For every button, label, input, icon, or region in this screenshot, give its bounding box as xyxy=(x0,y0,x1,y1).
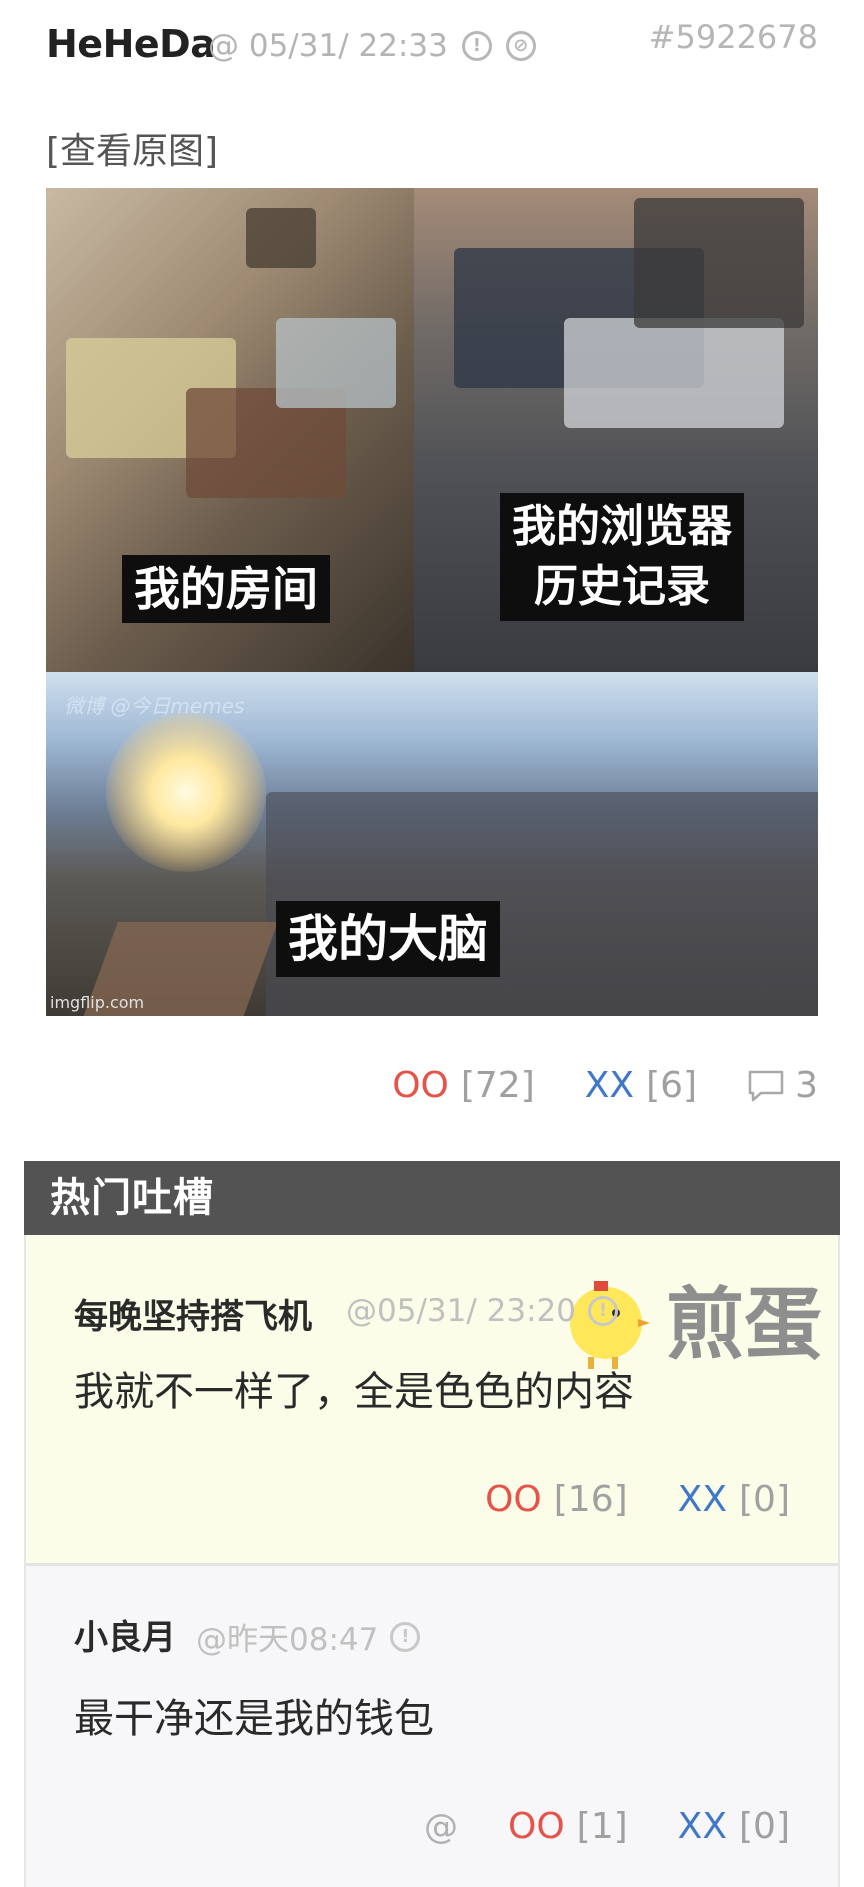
meme-watermark: 微博 @今日memes xyxy=(64,694,245,718)
sun-glare xyxy=(106,712,266,872)
meme-credit: imgflip.com xyxy=(50,993,145,1012)
block-icon[interactable]: ⊘ xyxy=(505,31,536,61)
post-card: HeHeDa @ 05/31/ 22:33 ! ⊘ #5922678 [查看原图… xyxy=(0,0,864,1155)
info-icon[interactable]: ! xyxy=(587,1296,618,1326)
comment-count: 3 xyxy=(795,1065,818,1106)
reply-at-button[interactable]: @ xyxy=(424,1807,458,1847)
oo-vote-button[interactable]: OO [16] xyxy=(485,1479,628,1520)
comment-vote-bar: @ OO [1] XX [0] xyxy=(424,1806,790,1847)
info-icon[interactable]: ! xyxy=(390,1621,421,1652)
oo-label: OO xyxy=(508,1806,565,1847)
oo-vote-button[interactable]: OO [72] xyxy=(392,1065,535,1106)
post-timestamp: @ 05/31/ 22:33 xyxy=(208,28,448,64)
xx-count: [0] xyxy=(739,1479,790,1520)
oo-count: [1] xyxy=(576,1806,628,1847)
xx-vote-button[interactable]: XX [0] xyxy=(678,1806,790,1847)
oo-count: [72] xyxy=(460,1065,535,1106)
meme-panel-room: 我的房间 xyxy=(46,188,414,672)
oo-label: OO xyxy=(392,1065,449,1106)
xx-vote-button[interactable]: XX [6] xyxy=(585,1065,697,1106)
xx-count: [0] xyxy=(739,1806,790,1847)
oo-vote-button[interactable]: OO [1] xyxy=(508,1806,628,1847)
hot-comments-title: 热门吐槽 xyxy=(24,1161,840,1235)
comment-body: 最干净还是我的钱包 xyxy=(74,1696,434,1742)
post-meta: @ 05/31/ 22:33 ! ⊘ xyxy=(208,28,536,64)
xx-count: [6] xyxy=(646,1065,698,1106)
hot-comments-section: 热门吐槽 煎蛋 每晚坚持搭飞机 @05/31/ 23:20 ! 我就不一样了，全… xyxy=(24,1161,840,1887)
comment-body: 我就不一样了，全是色色的内容 xyxy=(74,1369,634,1415)
xx-label: XX xyxy=(677,1806,727,1847)
comment-author[interactable]: 小良月 xyxy=(74,1610,176,1659)
post-id[interactable]: #5922678 xyxy=(649,18,818,56)
post-header: HeHeDa @ 05/31/ 22:33 ! ⊘ #5922678 xyxy=(46,18,818,74)
meme-caption-browser-history: 我的浏览器 历史记录 xyxy=(500,493,744,621)
oo-label: OO xyxy=(485,1479,542,1520)
comment-icon xyxy=(748,1070,784,1101)
xx-label: XX xyxy=(677,1479,727,1520)
xx-vote-button[interactable]: XX [0] xyxy=(678,1479,790,1520)
post-author[interactable]: HeHeDa xyxy=(46,22,216,66)
comment-meta: @05/31/ 23:20 ! xyxy=(346,1293,618,1329)
comment-timestamp: @05/31/ 23:20 xyxy=(346,1293,576,1329)
info-icon[interactable]: ! xyxy=(461,31,492,61)
view-original-link[interactable]: [查看原图] xyxy=(46,122,218,174)
oo-count: [16] xyxy=(553,1479,628,1520)
post-vote-bar: OO [72] XX [6] 3 xyxy=(392,1065,818,1106)
comment-timestamp: @昨天08:47 xyxy=(196,1622,379,1658)
comment-vote-bar: OO [16] XX [0] xyxy=(485,1479,790,1520)
meme-caption-brain: 我的大脑 xyxy=(276,901,500,977)
comment-author[interactable]: 每晚坚持搭飞机 xyxy=(74,1289,312,1338)
xx-label: XX xyxy=(584,1065,635,1106)
comments-button[interactable]: 3 xyxy=(747,1065,818,1106)
comment-meta: @昨天08:47 ! xyxy=(196,1614,421,1659)
meme-panel-landfill: 微博 @今日memes imgflip.com 我的大脑 xyxy=(46,672,818,1016)
comment-item: 煎蛋 每晚坚持搭飞机 @05/31/ 23:20 ! 我就不一样了，全是色色的内… xyxy=(24,1235,840,1563)
meme-panel-dumpster: 我的浏览器 历史记录 xyxy=(414,188,818,672)
meme-image[interactable]: 我的房间 我的浏览器 历史记录 微博 @今日memes imgflip.com … xyxy=(46,188,818,1016)
meme-caption-room: 我的房间 xyxy=(122,555,330,623)
svg-text:煎蛋: 煎蛋 xyxy=(666,1280,822,1370)
comment-item: 小良月 @昨天08:47 ! 最干净还是我的钱包 @ OO [1] XX [0] xyxy=(24,1563,840,1887)
